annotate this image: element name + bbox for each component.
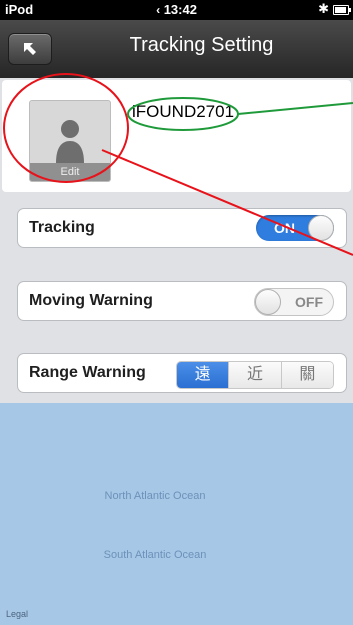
clock: ‹ 13:42 [156,2,197,17]
map-label-south-atlantic: South Atlantic Ocean [103,549,207,561]
profile-card: Edit iFOUND2701 [2,80,351,192]
range-warning-segmented-control: 遠 近 關 [176,361,334,389]
map-view[interactable]: North Atlantic Ocean South Atlantic Ocea… [0,403,353,625]
moving-warning-row: Moving Warning OFF [17,281,347,321]
tracking-toggle[interactable]: ON [256,215,334,241]
status-bar: iPod ‹ 13:42 ✱ [0,0,353,20]
range-warning-row: Range Warning 遠 近 關 [17,353,347,393]
toggle-knob [255,289,281,315]
range-option-far[interactable]: 遠 [177,362,229,388]
range-option-near[interactable]: 近 [228,362,281,388]
location-arrow-icon: ‹ [156,3,161,17]
tracking-toggle-state: ON [274,220,295,236]
edit-label: Edit [30,163,110,181]
tracking-row: Tracking ON [17,208,347,248]
tracking-label: Tracking [29,219,95,236]
device-name[interactable]: iFOUND2701 [132,102,234,122]
back-button[interactable] [8,33,52,65]
navigation-bar: Tracking Setting [0,20,353,78]
map-label-north-atlantic: North Atlantic Ocean [104,490,206,502]
moving-warning-toggle-state: OFF [295,294,323,310]
moving-warning-toggle[interactable]: OFF [254,288,334,316]
battery-icon [333,5,351,15]
bluetooth-icon: ✱ [318,1,329,16]
range-warning-label: Range Warning [29,364,146,381]
page-title: Tracking Setting [129,34,274,56]
moving-warning-label: Moving Warning [29,292,153,309]
avatar-edit-button[interactable]: Edit [29,100,111,182]
range-option-off[interactable]: 關 [280,362,333,388]
toggle-knob [308,215,334,241]
back-arrow-icon [24,43,36,55]
legal-link[interactable]: Legal [6,609,28,619]
person-silhouette-icon [56,120,84,163]
